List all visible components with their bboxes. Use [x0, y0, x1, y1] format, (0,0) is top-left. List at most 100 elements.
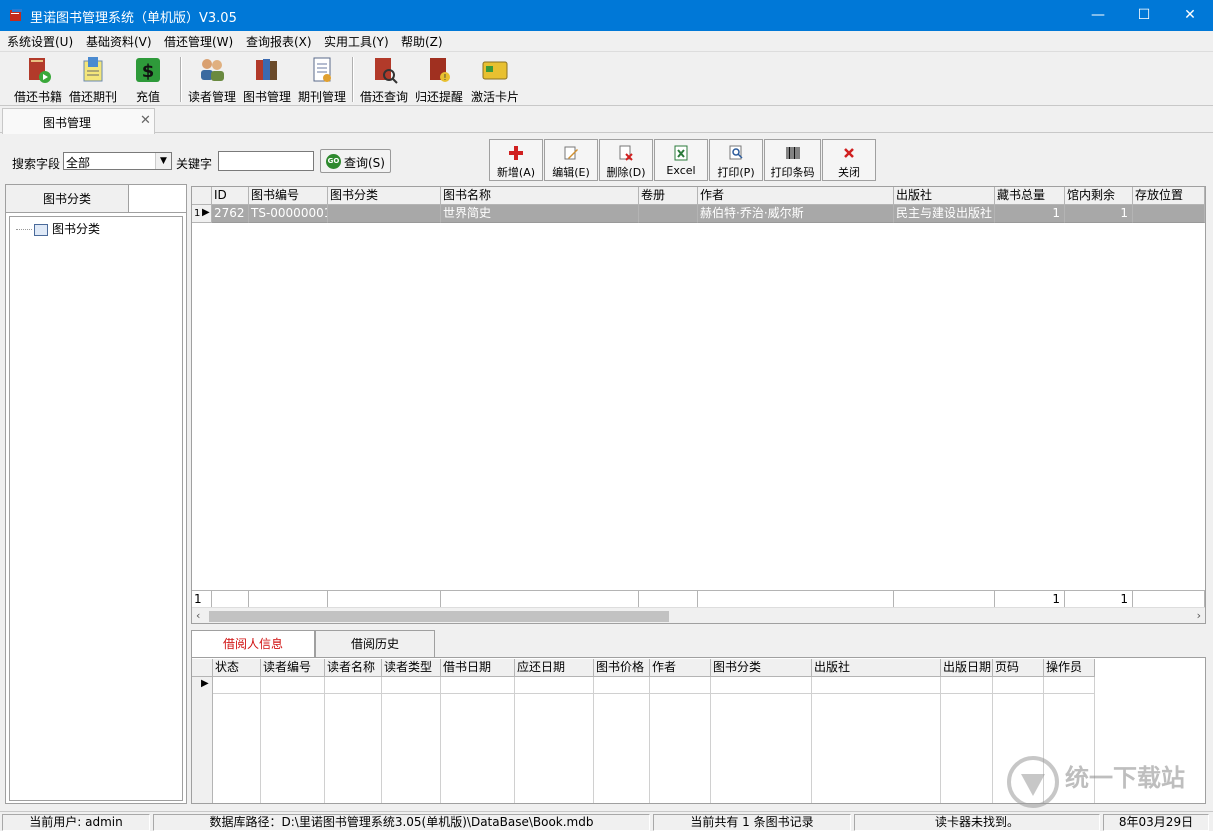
footer-cell — [441, 590, 639, 607]
current-row-arrow-icon: ▶ — [201, 678, 209, 689]
table-cell[interactable]: 1 — [1065, 205, 1133, 223]
column-header[interactable]: 卷册 — [639, 187, 698, 205]
print-barcode-button[interactable]: 打印条码 — [764, 139, 821, 181]
menu-basic-data[interactable]: 基础资料(V) — [83, 33, 155, 50]
column-header[interactable]: 存放位置 — [1133, 187, 1205, 205]
current-row-arrow-icon: ▶ — [202, 207, 210, 218]
keyword-input[interactable] — [218, 151, 314, 171]
menu-query-reports[interactable]: 查询报表(X) — [243, 33, 315, 50]
table-cell[interactable]: 世界简史 — [441, 205, 639, 223]
return-reminder-button[interactable]: ! 归还提醒 — [413, 55, 465, 105]
recharge-button[interactable]: $ 充值 — [125, 55, 171, 105]
dollar-icon: $ — [136, 58, 160, 82]
category-tree: 图书分类 — [9, 216, 183, 801]
go-icon: GO — [326, 154, 341, 169]
table-cell[interactable] — [328, 205, 441, 223]
column-header[interactable]: 应还日期 — [515, 659, 594, 677]
column-header[interactable]: 出版社 — [894, 187, 995, 205]
keyword-label: 关键字 — [176, 157, 213, 171]
table-cell[interactable] — [639, 205, 698, 223]
book-management-button[interactable]: 图书管理 — [241, 55, 293, 105]
grid-column — [650, 677, 711, 803]
grid-column — [261, 677, 325, 803]
horizontal-scrollbar[interactable]: ‹ › — [192, 607, 1205, 623]
delete-button[interactable]: 删除(D) — [599, 139, 653, 181]
scroll-left-icon[interactable]: ‹ — [196, 609, 200, 622]
row-indicator-column: ▶ — [192, 677, 213, 803]
journal-management-button[interactable]: 期刊管理 — [296, 55, 348, 105]
footer-cell — [1133, 590, 1205, 607]
tab-borrower-info[interactable]: 借阅人信息 — [191, 630, 315, 657]
column-header[interactable]: 读者编号 — [261, 659, 325, 677]
menu-borrow-return[interactable]: 借还管理(W) — [161, 33, 236, 50]
status-record-count: 当前共有 1 条图书记录 — [653, 814, 851, 831]
scroll-right-icon[interactable]: › — [1197, 609, 1201, 622]
menu-system-settings[interactable]: 系统设置(U) — [4, 33, 76, 50]
column-header[interactable]: 图书编号 — [249, 187, 328, 205]
print-preview-icon — [729, 145, 743, 160]
activate-card-button[interactable]: 激活卡片 — [468, 55, 522, 105]
column-header[interactable]: 作者 — [698, 187, 894, 205]
close-icon — [844, 148, 854, 158]
search-field-label: 搜索字段 — [12, 157, 61, 171]
column-header[interactable]: 图书名称 — [441, 187, 639, 205]
table-cell[interactable]: 赫伯特·乔治·威尔斯 — [698, 205, 894, 223]
column-header[interactable]: 读者类型 — [382, 659, 441, 677]
tree-connector — [16, 229, 32, 230]
tab-book-category[interactable]: 图书分类 — [6, 185, 129, 213]
column-header[interactable]: 图书分类 — [328, 187, 441, 205]
column-header[interactable]: 图书价格 — [594, 659, 650, 677]
tab-divider — [129, 212, 186, 213]
edit-button[interactable]: 编辑(E) — [544, 139, 598, 181]
column-header[interactable]: 馆内剩余 — [1065, 187, 1133, 205]
close-window-button[interactable]: ✕ — [1167, 0, 1213, 31]
column-header[interactable]: 作者 — [650, 659, 711, 677]
column-header[interactable]: 状态 — [213, 659, 261, 677]
tab-borrow-history[interactable]: 借阅历史 — [315, 630, 435, 657]
watermark-text: 统一下载站 — [1065, 764, 1185, 792]
column-header[interactable]: 图书分类 — [711, 659, 812, 677]
footer-total: 1 — [995, 590, 1065, 607]
row-indicator[interactable]: 1 ▶ — [192, 205, 212, 223]
search-field-select[interactable]: 全部 ▼ — [63, 152, 172, 170]
column-header[interactable]: 借书日期 — [441, 659, 515, 677]
column-header[interactable]: 藏书总量 — [995, 187, 1065, 205]
minimize-button[interactable]: — — [1075, 0, 1121, 31]
table-cell[interactable]: 2762 — [212, 205, 249, 223]
menu-utilities[interactable]: 实用工具(Y) — [321, 33, 392, 50]
footer-remaining: 1 — [1065, 590, 1133, 607]
grid-column — [594, 677, 650, 803]
table-cell[interactable]: 1 — [995, 205, 1065, 223]
document-tab-strip: 图书管理 ✕ — [0, 107, 1213, 134]
maximize-button[interactable]: ☐ — [1121, 0, 1167, 31]
main-toolbar: 借还书籍 借还期刊 $ 充值 读者管理 图书管理 期刊管理 借还查询 ! 归还提… — [0, 53, 1213, 106]
excel-export-button[interactable]: Excel — [654, 139, 708, 181]
table-cell[interactable]: 民主与建设出版社 — [894, 205, 995, 223]
status-card-reader: 读卡器未找到。 — [854, 814, 1100, 831]
borrow-journal-icon — [83, 57, 103, 82]
tab-close-icon[interactable]: ✕ — [140, 113, 151, 128]
close-button[interactable]: 关闭 — [822, 139, 876, 181]
delete-icon — [619, 145, 633, 161]
column-header[interactable]: 页码 — [993, 659, 1044, 677]
site-watermark-logo: 统一下载站 — [1007, 756, 1185, 808]
reader-management-button[interactable]: 读者管理 — [186, 55, 238, 105]
column-header[interactable]: 操作员 — [1044, 659, 1095, 677]
scroll-thumb[interactable] — [209, 611, 669, 622]
borrow-book-button[interactable]: 借还书籍 — [12, 55, 64, 105]
print-button[interactable]: 打印(P) — [709, 139, 763, 181]
query-button[interactable]: GO 查询(S) — [320, 149, 391, 173]
column-header[interactable]: 读者名称 — [325, 659, 382, 677]
column-header[interactable]: 出版日期 — [941, 659, 993, 677]
column-header[interactable]: 出版社 — [812, 659, 941, 677]
column-header[interactable]: ID — [212, 187, 249, 205]
menu-help[interactable]: 帮助(Z) — [398, 33, 446, 50]
tab-book-management[interactable]: 图书管理 ✕ — [2, 108, 155, 134]
table-cell[interactable] — [1133, 205, 1205, 223]
tree-node-root[interactable]: 图书分类 — [16, 220, 100, 237]
card-icon — [482, 61, 508, 80]
table-cell[interactable]: TS-00000001 — [249, 205, 328, 223]
add-button[interactable]: 新增(A) — [489, 139, 543, 181]
borrow-journal-button[interactable]: 借还期刊 — [67, 55, 119, 105]
borrow-query-button[interactable]: 借还查询 — [358, 55, 410, 105]
